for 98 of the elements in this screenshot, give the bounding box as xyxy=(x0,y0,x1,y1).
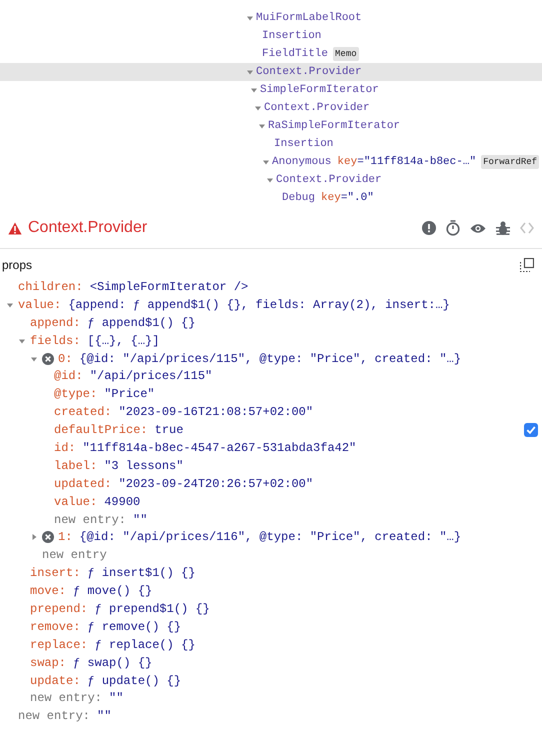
component-name: FieldTitle xyxy=(262,48,328,60)
tree-row[interactable]: FieldTitle Memo xyxy=(0,45,542,63)
new-entry-field[interactable]: new entry: xyxy=(18,709,90,724)
prop-key: append: xyxy=(30,316,80,330)
component-name: Insertion xyxy=(262,30,322,42)
prop-key: updated: xyxy=(54,476,112,491)
prop-key: replace: xyxy=(30,638,88,652)
new-entry-field[interactable]: new entry xyxy=(42,548,107,562)
prop-value[interactable]: ƒ remove() {} xyxy=(87,620,182,634)
tree-row[interactable]: MuiFormLabelRoot xyxy=(0,9,542,27)
prop-value[interactable]: "2023-09-16T21:08:57+02:00" xyxy=(118,405,314,420)
caret-icon[interactable] xyxy=(18,336,26,345)
key-prop: key="11ff814a-b8ec-…" xyxy=(337,156,476,168)
caret-icon[interactable] xyxy=(246,68,254,76)
new-entry-field[interactable]: new entry: xyxy=(54,512,126,527)
prop-value[interactable]: ƒ append$1() {} xyxy=(87,316,196,330)
component-name: Insertion xyxy=(274,138,334,150)
component-name: Context.Provider xyxy=(276,174,382,186)
caret-icon[interactable] xyxy=(30,533,38,542)
tree-row[interactable]: Context.Provider xyxy=(0,99,542,117)
section-label: props xyxy=(2,258,32,272)
prop-key: created: xyxy=(54,405,112,420)
prop-value[interactable]: <SimpleFormIterator /> xyxy=(90,280,248,294)
check-icon xyxy=(524,423,538,438)
prop-value[interactable]: "/api/prices/115" xyxy=(90,369,212,384)
tree-row[interactable]: Insertion xyxy=(0,27,542,45)
prop-value: {append: ƒ append$1() {}, fields: Array(2), insert:…} xyxy=(68,298,450,312)
prop-key: remove: xyxy=(30,620,80,634)
prop-key: 0: xyxy=(58,352,72,366)
prop-value: {@id: "/api/prices/115", @type: "Price", created: "…} xyxy=(79,352,462,366)
prop-value[interactable]: "Price" xyxy=(104,387,155,402)
prop-value[interactable]: "2023-09-24T20:26:57+02:00" xyxy=(118,476,314,491)
prop-value[interactable]: 49900 xyxy=(104,494,140,509)
prop-value[interactable]: "" xyxy=(97,709,112,724)
caret-icon[interactable] xyxy=(254,104,262,112)
component-title: Context.Provider xyxy=(28,219,148,237)
error-icon[interactable] xyxy=(422,221,436,235)
prop-key: prepend: xyxy=(30,602,88,616)
prop-key: swap: xyxy=(30,656,66,670)
stopwatch-icon[interactable] xyxy=(446,220,460,236)
caret-icon[interactable] xyxy=(6,300,14,309)
checkbox[interactable] xyxy=(524,423,538,438)
prop-key: insert: xyxy=(30,566,80,580)
tree-row[interactable]: SimpleFormIterator xyxy=(0,81,542,99)
component-name: Debug xyxy=(282,192,316,204)
prop-key: fields: xyxy=(30,334,80,348)
remove-icon[interactable] xyxy=(42,531,54,544)
prop-value[interactable]: "3 lessons" xyxy=(104,458,184,473)
key-prop: key=".0" xyxy=(321,192,374,204)
caret-icon[interactable] xyxy=(246,14,254,22)
prop-key: @type: xyxy=(54,387,98,402)
prop-key: defaultPrice: xyxy=(54,423,148,438)
caret-icon[interactable] xyxy=(250,86,258,94)
prop-value[interactable]: "11ff814a-b8ec-4547-a267-531abda3fa42" xyxy=(82,440,356,455)
prop-value[interactable]: "" xyxy=(133,512,148,527)
prop-key: children: xyxy=(18,280,83,294)
prop-value[interactable]: true xyxy=(154,423,184,438)
tree-row[interactable]: Insertion xyxy=(0,135,542,153)
prop-key: value: xyxy=(18,298,62,312)
prop-key: 1: xyxy=(58,530,72,544)
prop-key: move: xyxy=(30,584,66,598)
tree-row[interactable]: Anonymous key="11ff814a-b8ec-…" ForwardRef xyxy=(0,153,542,171)
prop-value[interactable]: "" xyxy=(109,691,124,706)
prop-value[interactable]: ƒ insert$1() {} xyxy=(87,566,196,580)
prop-value[interactable]: ƒ replace() {} xyxy=(94,638,196,652)
code-icon[interactable] xyxy=(520,222,534,234)
component-name: Context.Provider xyxy=(264,102,370,114)
prop-key: value: xyxy=(54,494,98,509)
caret-icon[interactable] xyxy=(262,158,270,166)
prop-value: [{…}, {…}] xyxy=(87,334,160,348)
prop-value[interactable]: ƒ update() {} xyxy=(87,674,182,688)
component-name: RaSimpleFormIterator xyxy=(268,120,400,132)
prop-value[interactable]: ƒ swap() {} xyxy=(73,656,152,670)
component-name: Context.Provider xyxy=(256,66,362,78)
prop-key: @id: xyxy=(54,369,83,384)
component-name: Anonymous xyxy=(272,156,332,168)
new-entry-field[interactable]: new entry: xyxy=(30,691,102,706)
prop-key: id: xyxy=(54,440,76,455)
caret-icon[interactable] xyxy=(30,354,38,362)
tree-row[interactable]: RaSimpleFormIterator xyxy=(0,117,542,135)
copy-icon[interactable] xyxy=(520,258,534,272)
prop-value[interactable]: ƒ prepend$1() {} xyxy=(94,602,210,616)
component-name: SimpleFormIterator xyxy=(260,84,379,96)
tree-row[interactable]: Context.Provider xyxy=(0,63,542,81)
tree-row[interactable]: Debug key=".0" xyxy=(0,189,542,207)
hoc-badge: Memo xyxy=(333,47,359,61)
caret-icon[interactable] xyxy=(266,176,274,184)
caret-icon[interactable] xyxy=(258,122,266,130)
bug-icon[interactable] xyxy=(496,220,510,236)
prop-key: update: xyxy=(30,674,80,688)
prop-value[interactable]: {@id: "/api/prices/116", @type: "Price", created: "…} xyxy=(79,530,462,544)
hoc-badge: ForwardRef xyxy=(481,155,540,169)
eye-icon[interactable] xyxy=(470,222,486,234)
remove-icon[interactable] xyxy=(42,352,54,364)
prop-key: label: xyxy=(54,458,98,473)
component-name: MuiFormLabelRoot xyxy=(256,12,362,24)
tree-row[interactable]: Context.Provider xyxy=(0,171,542,189)
prop-value[interactable]: ƒ move() {} xyxy=(73,584,152,598)
